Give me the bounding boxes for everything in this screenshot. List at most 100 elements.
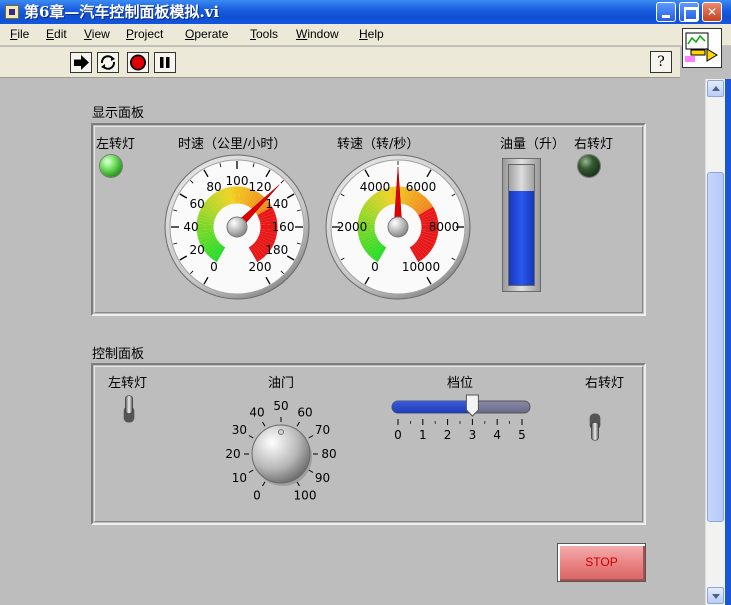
speed-band-segment <box>205 198 221 212</box>
speed-band-segment <box>197 232 215 241</box>
vi-app-icon[interactable] <box>5 5 19 19</box>
throttle-tick <box>296 481 300 487</box>
menu-edit[interactable]: Edit <box>46 27 67 41</box>
rpm-band-segment <box>403 187 412 205</box>
stop-button[interactable]: STOP <box>557 543 646 582</box>
left-turn-toggle-switch[interactable] <box>121 392 137 428</box>
fuel-tank-inner <box>508 164 535 286</box>
right-turn-toggle-switch[interactable] <box>587 408 603 444</box>
speed-tick-label: 120 <box>249 180 272 194</box>
rpm-band-segment <box>359 209 377 220</box>
menu-tools[interactable]: Tools <box>250 27 278 41</box>
right-turn-indicator-label: 右转灯 <box>574 137 614 152</box>
rpm-band-segment <box>413 195 427 211</box>
rpm-band-segment <box>417 238 434 251</box>
scroll-up-button[interactable] <box>707 80 724 97</box>
speed-band-segment <box>259 230 277 238</box>
abort-button[interactable] <box>127 52 149 73</box>
fuel-level-fill <box>509 191 534 285</box>
throttle-tick-label: 0 <box>253 489 261 503</box>
throttle-knob-label: 油门 <box>268 376 295 391</box>
gear-tick-label: 5 <box>518 428 526 442</box>
maximize-button[interactable] <box>679 2 699 22</box>
throttle-tick <box>296 421 300 427</box>
rpm-band-segment <box>401 187 409 205</box>
title-bar[interactable]: 第6章—汽车控制面板模拟.vi ✕ <box>0 0 731 24</box>
fuel-gauge-label: 油量（升） <box>500 137 566 152</box>
speed-tick-label: 40 <box>183 220 198 234</box>
rpm-band-segment <box>420 213 438 222</box>
gear-tick-label: 3 <box>469 428 477 442</box>
rpm-tick-label: 4000 <box>360 180 391 194</box>
speed-tick-label: 160 <box>272 220 295 234</box>
rpm-band-segment <box>374 191 387 208</box>
gear-slider[interactable]: 0 1 2 3 4 5 <box>388 388 536 444</box>
menu-file[interactable]: File <box>10 27 29 41</box>
throttle-tick-label: 40 <box>249 405 264 419</box>
throttle-tick <box>248 469 254 473</box>
context-help-button[interactable]: ? <box>650 51 672 73</box>
control-panel-title: 控制面板 <box>92 347 145 362</box>
gear-tick-label: 0 <box>394 428 402 442</box>
run-continuous-icon <box>100 55 116 70</box>
rpm-band-segment <box>418 236 435 248</box>
speed-band-segment <box>253 242 269 256</box>
rpm-band-segment <box>359 234 377 245</box>
rpm-band-segment <box>417 203 434 216</box>
speed-tick-label: 140 <box>265 197 288 211</box>
speed-band-segment <box>248 191 261 208</box>
scroll-thumb[interactable] <box>707 172 724 522</box>
rpm-band-segment <box>407 190 419 207</box>
rpm-band-segment <box>380 188 391 206</box>
speed-band-segment <box>200 206 217 218</box>
rpm-band-segment <box>409 246 422 263</box>
speed-band-segment <box>248 246 261 263</box>
vi-connector-icon[interactable] <box>682 28 722 68</box>
run-arrow-icon <box>74 55 89 70</box>
rpm-band-segment <box>369 195 383 211</box>
rpm-hub <box>387 216 409 238</box>
gear-tick-label: 4 <box>493 428 501 442</box>
speed-band-segment <box>252 243 266 259</box>
speed-band-segment <box>203 240 220 254</box>
speed-band-segment <box>240 187 248 205</box>
speed-band-segment <box>254 240 271 254</box>
menu-help[interactable]: Help <box>359 27 384 41</box>
right-turn-switch-label: 右转灯 <box>585 376 625 391</box>
rpm-tick-label: 6000 <box>406 180 437 194</box>
throttle-tick-label: 60 <box>297 405 312 419</box>
menu-window[interactable]: Window <box>296 27 339 41</box>
close-button[interactable]: ✕ <box>702 2 722 22</box>
rpm-band-segment <box>366 198 382 212</box>
speed-band-segment <box>197 216 215 224</box>
vertical-scrollbar[interactable] <box>705 79 725 605</box>
scroll-down-button[interactable] <box>707 587 724 604</box>
menu-operate[interactable]: Operate <box>185 27 228 41</box>
throttle-knob-indicator <box>278 429 284 435</box>
left-turn-switch-label: 左转灯 <box>108 376 148 391</box>
control-panel-frame <box>91 363 646 525</box>
menu-bar: File Edit View Project Operate Tools Win… <box>0 24 731 46</box>
speed-tick-label: 200 <box>249 260 272 274</box>
tachometer-gauge: 0 2000 4000 6000 8000 10000 <box>325 154 471 300</box>
labview-window: 第6章—汽车控制面板模拟.vi ✕ File Edit View Project… <box>0 0 731 605</box>
run-continuously-button[interactable] <box>97 52 119 73</box>
rpm-band-segment <box>405 188 416 206</box>
run-button[interactable] <box>70 52 92 73</box>
throttle-tick <box>248 435 254 439</box>
rpm-band-segment <box>371 244 385 261</box>
pause-button[interactable] <box>154 52 176 73</box>
speed-band-segment <box>201 203 218 216</box>
throttle-knob[interactable]: 0 10 20 3040 50 6070 80 90 100 <box>213 390 348 505</box>
speed-band-segment <box>210 193 224 210</box>
rpm-tick-label: 8000 <box>429 220 460 234</box>
minimize-button[interactable] <box>656 2 676 22</box>
menu-project[interactable]: Project <box>126 27 163 41</box>
throttle-tick-label: 70 <box>315 423 330 437</box>
throttle-tick <box>262 481 266 487</box>
menu-view[interactable]: View <box>84 27 110 41</box>
speed-band-segment <box>257 206 274 218</box>
window-border <box>725 79 731 605</box>
rpm-band-segment <box>374 246 387 263</box>
speed-tick-label: 180 <box>265 243 288 257</box>
